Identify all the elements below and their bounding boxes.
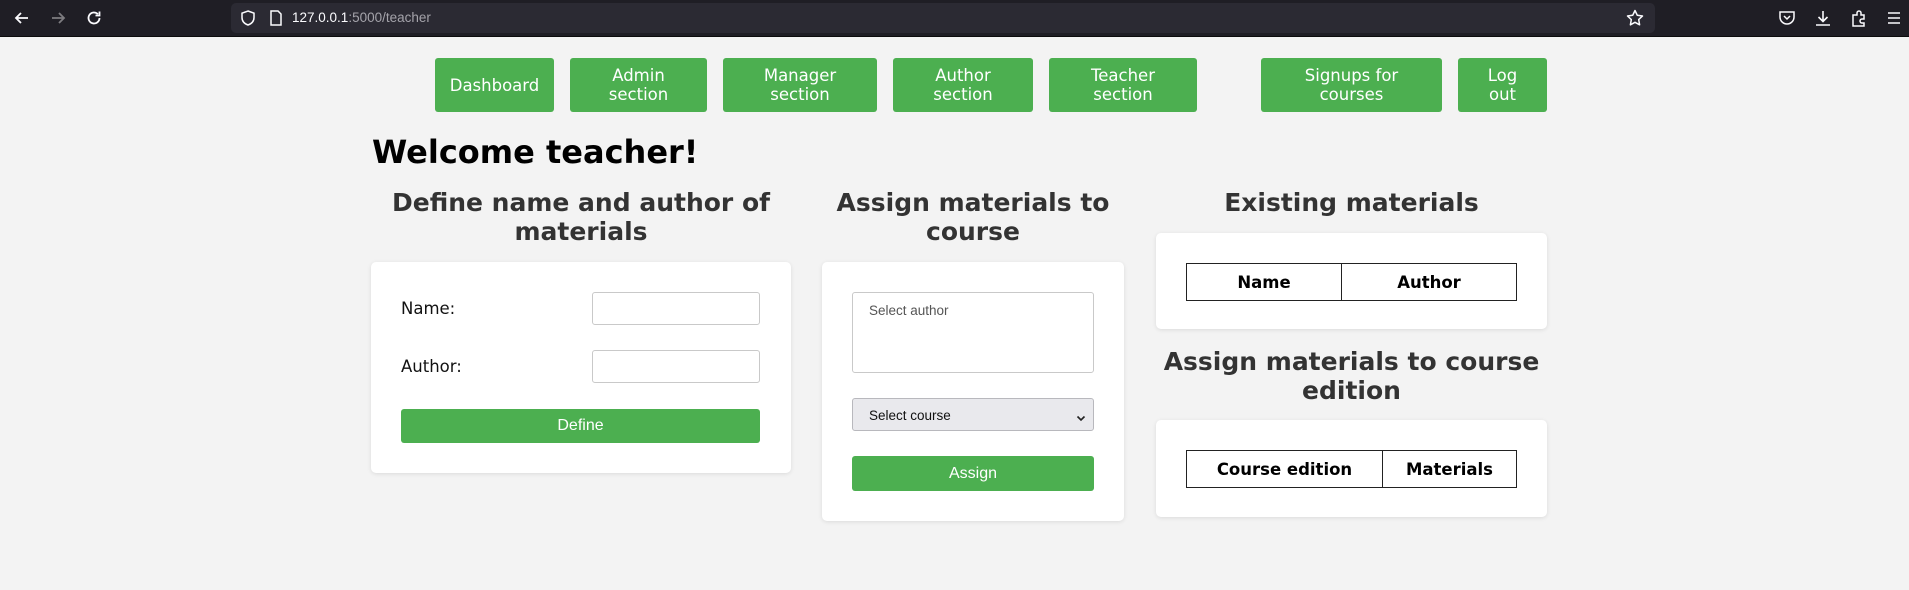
nav-signups-button[interactable]: Signups for courses (1261, 58, 1442, 112)
course-select[interactable]: Select course (852, 398, 1094, 431)
edition-section-title: Assign materials to course edition (1156, 347, 1547, 405)
nav-logout-label-line1: Log (1487, 66, 1518, 85)
edition-materials-table: Course edition Materials (1186, 450, 1517, 488)
nav-author-label-line2: section (933, 85, 993, 104)
url-path: :5000/teacher (348, 10, 431, 25)
existing-materials-table: Name Author (1186, 263, 1517, 301)
name-label: Name: (401, 299, 456, 318)
page-icon (267, 9, 285, 27)
column-header-author: Author (1341, 263, 1517, 301)
edition-title-line1: Assign materials to course (1163, 347, 1540, 376)
nav-teacher-button[interactable]: Teacher section (1049, 58, 1197, 112)
column-header-materials: Materials (1382, 450, 1517, 488)
nav-admin-label-line2: section (608, 85, 669, 104)
assign-title-line1: Assign materials to (836, 188, 1110, 217)
menu-icon[interactable] (1884, 8, 1904, 28)
nav-author-label-line1: Author (935, 66, 991, 85)
assign-title-line2: course (926, 217, 1020, 246)
author-select-placeholder: Select author (869, 303, 949, 318)
nav-dashboard-label: Dashboard (449, 75, 540, 95)
nav-signups-label-line2: courses (1319, 85, 1384, 104)
assign-form-card: Select author Select course Assign (822, 262, 1124, 521)
page-title: Welcome teacher! (372, 133, 699, 171)
pocket-icon[interactable] (1777, 8, 1797, 28)
define-title-line2: materials (514, 217, 648, 246)
define-section-title: Define name and author of materials (371, 188, 791, 246)
star-icon[interactable] (1625, 8, 1645, 28)
course-select-value: Select course (869, 408, 951, 423)
column-header-name: Name (1186, 263, 1342, 301)
assign-button-label: Assign (948, 464, 998, 482)
nav-manager-label-line1: Manager (763, 66, 837, 85)
nav-signups-label-line1: Signups for (1304, 66, 1399, 85)
chevron-down-icon (1075, 409, 1087, 422)
nav-teacher-label-line1: Teacher (1090, 66, 1155, 85)
define-button-label: Define (557, 417, 604, 434)
nav-admin-button[interactable]: Admin section (570, 58, 707, 112)
url-host: 127.0.0.1 (292, 10, 349, 25)
nav-author-button[interactable]: Author section (893, 58, 1033, 112)
define-button[interactable]: Define (401, 409, 760, 443)
nav-logout-button[interactable]: Log out (1458, 58, 1547, 112)
assign-section-title: Assign materials to course (822, 188, 1124, 246)
define-title-line1: Define name and author of (391, 188, 770, 217)
address-bar[interactable]: 127.0.0.1:5000/teacher (231, 3, 1655, 33)
author-label: Author: (401, 357, 462, 376)
edition-materials-card: Course edition Materials (1156, 420, 1547, 517)
existing-section-title: Existing materials (1224, 188, 1479, 217)
edition-title-line2: edition (1302, 376, 1401, 405)
column-header-course-edition: Course edition (1186, 450, 1383, 488)
name-input[interactable] (592, 292, 760, 325)
download-icon[interactable] (1813, 8, 1833, 28)
nav-logout-label-line2: out (1488, 85, 1517, 104)
define-form-card: Name: Author: Define (371, 262, 791, 473)
existing-materials-card: Name Author (1156, 233, 1547, 329)
reload-icon[interactable] (85, 9, 103, 27)
nav-manager-button[interactable]: Manager section (723, 58, 877, 112)
nav-dashboard-button[interactable]: Dashboard (435, 58, 554, 112)
url-text[interactable]: 127.0.0.1:5000/teacher (292, 10, 431, 25)
author-input[interactable] (592, 350, 760, 383)
table-header-row: Course edition Materials (1186, 450, 1517, 488)
nav-manager-label-line2: section (770, 85, 830, 104)
nav-teacher-label-line2: section (1093, 85, 1153, 104)
assign-button[interactable]: Assign (852, 456, 1094, 491)
forward-arrow-icon[interactable] (49, 9, 67, 27)
extensions-icon[interactable] (1849, 8, 1869, 28)
shield-icon[interactable] (239, 9, 257, 27)
author-select[interactable]: Select author (852, 292, 1094, 373)
back-arrow-icon[interactable] (13, 9, 31, 27)
nav-admin-label-line1: Admin (612, 66, 665, 85)
browser-toolbar: 127.0.0.1:5000/teacher (0, 0, 1909, 37)
table-header-row: Name Author (1186, 263, 1517, 301)
